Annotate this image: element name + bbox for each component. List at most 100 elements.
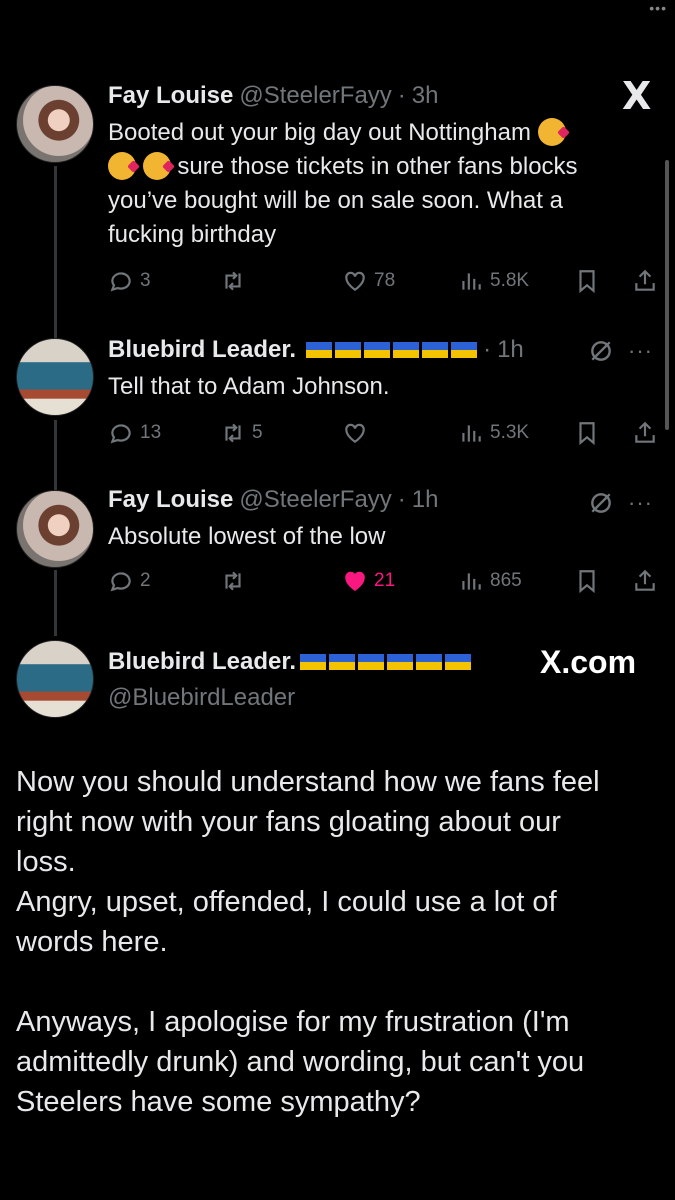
author-handle[interactable]: @SteelerFayy: [239, 486, 391, 514]
like-button[interactable]: [342, 418, 374, 448]
ukraine-flags: [300, 654, 472, 670]
bookmark-icon: [579, 422, 595, 446]
reply-icon: [110, 572, 131, 592]
ukraine-flag-icon: [358, 654, 385, 670]
action-bar: 3 78 5.8K: [108, 266, 658, 296]
share-icon: [635, 421, 655, 443]
ukraine-flag-icon: [329, 654, 356, 670]
bookmark-icon: [579, 270, 595, 294]
retweet-button[interactable]: 5: [220, 418, 263, 448]
ukraine-flag-icon: [335, 342, 362, 358]
text-line: loss.: [16, 846, 76, 878]
x-logo-icon[interactable]: X: [622, 74, 651, 118]
views-icon: [462, 425, 481, 442]
timestamp[interactable]: 3h: [412, 82, 439, 110]
heart-icon: [345, 271, 365, 291]
more-icon[interactable]: ···: [628, 490, 653, 516]
like-button[interactable]: 21: [342, 566, 395, 596]
author-name[interactable]: Fay Louise: [108, 486, 233, 514]
share-button[interactable]: [632, 418, 658, 448]
text-line: admittedly drunk) and wording, but can't…: [16, 1046, 585, 1078]
avatar[interactable]: [16, 490, 94, 568]
text-line: fucking birthday: [108, 221, 277, 248]
tweet-header: Bluebird Leader. · 1h: [108, 336, 524, 364]
ukraine-flags: [306, 342, 478, 358]
avatar[interactable]: [16, 85, 94, 163]
tweet-text: Tell that to Adam Johnson.: [108, 373, 390, 400]
author-name[interactable]: Bluebird Leader.: [108, 648, 296, 676]
retweet-button[interactable]: [220, 266, 252, 296]
thread-line: [54, 420, 57, 490]
retweet-button[interactable]: [220, 566, 252, 596]
kiss-emoji-icon: [108, 152, 136, 180]
grok-icon[interactable]: [588, 490, 614, 521]
views-button[interactable]: 5.8K: [458, 266, 529, 296]
reply-icon: [110, 424, 131, 444]
separator: ·: [397, 82, 406, 109]
text-line: Anyways, I apologise for my frustration …: [16, 1006, 570, 1038]
like-button[interactable]: 78: [342, 266, 395, 296]
bookmark-button[interactable]: [574, 566, 600, 596]
separator: ·: [483, 336, 492, 363]
ukraine-flag-icon: [445, 654, 472, 670]
text-line: Steelers have some sympathy?: [16, 1086, 421, 1118]
retweet-icon: [225, 423, 241, 443]
share-button[interactable]: [632, 566, 658, 596]
timestamp[interactable]: 1h: [497, 336, 524, 364]
tweet-text: Booted out your big day out Nottingham s…: [108, 116, 658, 252]
reply-count: 2: [140, 570, 151, 591]
author-header: Bluebird Leader.: [108, 648, 472, 676]
heart-icon: [345, 423, 365, 443]
reply-button[interactable]: 13: [108, 418, 161, 448]
separator: ·: [397, 486, 406, 513]
views-button[interactable]: 5.3K: [458, 418, 529, 448]
thread-line: [54, 166, 57, 338]
views-icon: [462, 573, 481, 590]
text-line: sure those tickets in other fans blocks: [177, 153, 578, 180]
share-icon: [635, 569, 655, 591]
like-count: 21: [374, 570, 396, 591]
views-button[interactable]: 865: [458, 566, 522, 596]
bookmark-button[interactable]: [574, 418, 600, 448]
ukraine-flag-icon: [306, 342, 333, 358]
reply-icon: [110, 272, 131, 292]
status-dots: •••: [649, 0, 667, 16]
bookmark-button[interactable]: [574, 266, 600, 296]
text-line: Now you should understand how we fans fe…: [16, 766, 600, 798]
main-tweet-text: Now you should understand how we fans fe…: [16, 762, 656, 1122]
author-handle[interactable]: @SteelerFayy: [239, 82, 391, 110]
grok-icon[interactable]: [588, 338, 614, 369]
avatar[interactable]: [16, 338, 94, 416]
more-icon[interactable]: ···: [628, 338, 653, 364]
kiss-emoji-icon: [537, 118, 566, 146]
retweet-icon: [225, 271, 241, 291]
author-handle[interactable]: @BluebirdLeader: [108, 684, 295, 712]
author-name[interactable]: Fay Louise: [108, 82, 233, 110]
share-icon: [635, 269, 655, 291]
ukraine-flag-icon: [422, 342, 449, 358]
tweet-header: Fay Louise @SteelerFayy · 3h: [108, 82, 439, 110]
retweet-icon: [225, 571, 241, 591]
avatar[interactable]: [16, 640, 94, 718]
retweet-count: 5: [252, 422, 263, 443]
timestamp[interactable]: 1h: [412, 486, 439, 514]
text-line: words here.: [16, 926, 168, 958]
author-name[interactable]: Bluebird Leader.: [108, 336, 296, 364]
text-line: Booted out your big day out Nottingham: [108, 119, 531, 146]
views-count: 5.3K: [490, 422, 530, 443]
text-line: right now with your fans gloating about …: [16, 806, 561, 838]
tweet-header: Fay Louise @SteelerFayy · 1h: [108, 486, 439, 514]
share-button[interactable]: [632, 266, 658, 296]
like-count: 78: [374, 270, 396, 291]
thread-line: [54, 570, 57, 636]
ukraine-flag-icon: [300, 654, 327, 670]
reply-button[interactable]: 3: [108, 266, 151, 296]
action-bar: 2 21 865: [108, 566, 658, 596]
ukraine-flag-icon: [393, 342, 420, 358]
views-count: 865: [490, 570, 522, 591]
reply-button[interactable]: 2: [108, 566, 151, 596]
ukraine-flag-icon: [364, 342, 391, 358]
text-line: Angry, upset, offended, I could use a lo…: [16, 886, 557, 918]
scrollbar[interactable]: [665, 160, 669, 430]
